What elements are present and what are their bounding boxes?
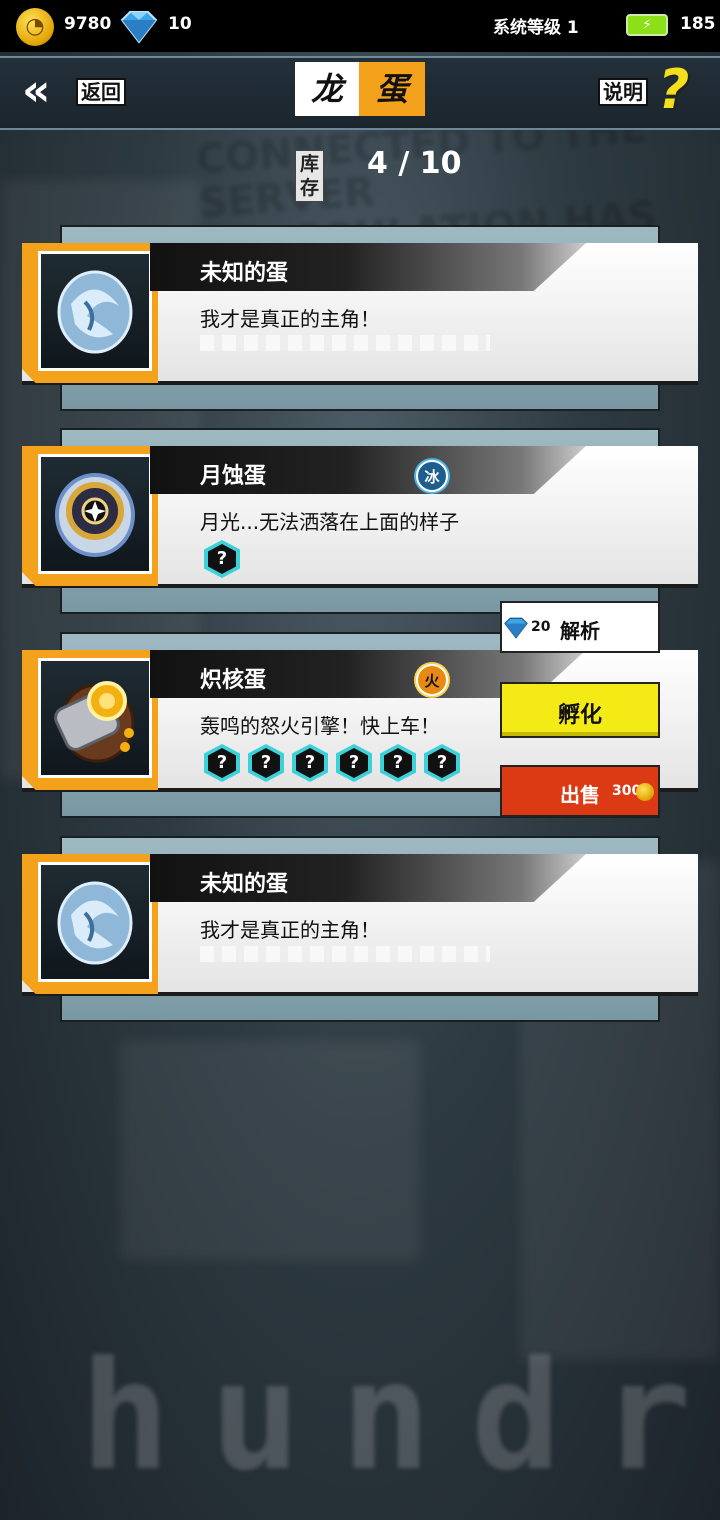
page-title-right: 蛋 [359, 62, 425, 116]
inventory-label: 库存 [295, 150, 325, 202]
unknown-skill-icon: ? [204, 540, 240, 578]
bg-shape [120, 1040, 420, 1260]
back-label: 返回 [76, 78, 126, 106]
egg-card[interactable]: 未知的蛋 我才是真正的主角！ [0, 225, 720, 415]
skill-list: ? [204, 540, 248, 580]
energy-count: 185 [680, 14, 716, 34]
ice-attribute-badge: 冰 [416, 460, 448, 492]
unknown-egg-icon [57, 270, 133, 354]
analyze-label: 解析 [560, 619, 600, 643]
egg-description: 我才是真正的主角！ [200, 918, 380, 942]
egg-portrait-frame [22, 446, 158, 586]
egg-portrait [38, 862, 152, 982]
hidden-info-placeholder [200, 335, 490, 351]
egg-portrait-frame [22, 650, 158, 790]
egg-portrait [38, 454, 152, 574]
unknown-skill-icon: ? [380, 744, 416, 782]
double-chevron-left-icon: « [22, 65, 51, 116]
sell-button[interactable]: 出售 300 [500, 765, 660, 817]
unknown-skill-icon: ? [248, 744, 284, 782]
page-title: 龙 蛋 [295, 62, 425, 116]
skill-list: ?????? [204, 744, 468, 784]
egg-portrait [38, 658, 152, 778]
analyze-cost: 20 [531, 619, 551, 635]
help-label: 说明 [598, 78, 648, 106]
header: « 返回 龙 蛋 说明 ? [0, 56, 720, 130]
status-bar: ◔ 9780 10 系统等级 1 ⚡ 185 [0, 0, 720, 52]
unknown-skill-icon: ? [292, 744, 328, 782]
eclipse-egg-icon [55, 473, 135, 557]
diamond-icon [504, 617, 528, 639]
unknown-skill-icon: ? [424, 744, 460, 782]
diamond-icon [120, 11, 158, 44]
bg-watermark: hundr [80, 1330, 720, 1504]
system-level: 系统等级 1 [493, 18, 579, 38]
gem-count: 10 [168, 14, 192, 34]
hidden-info-placeholder [200, 946, 490, 962]
inventory-value: 4 / 10 [367, 146, 462, 181]
egg-card[interactable]: 月蚀蛋 冰 月光...无法洒落在上面的样子 ? [0, 428, 720, 618]
egg-name: 未知的蛋 [200, 872, 289, 897]
page-title-left: 龙 [295, 62, 359, 116]
egg-description: 月光...无法洒落在上面的样子 [200, 510, 460, 534]
energy-battery-icon: ⚡ [626, 14, 668, 36]
core-egg-icon [54, 681, 135, 763]
unknown-skill-icon: ? [336, 744, 372, 782]
sell-label: 出售 [560, 783, 600, 807]
egg-portrait [38, 251, 152, 371]
egg-name: 炽核蛋 [200, 668, 267, 693]
egg-portrait-frame [22, 854, 158, 994]
analyze-button[interactable]: 20 解析 [500, 601, 660, 653]
hatch-button[interactable]: 孵化 [500, 682, 660, 738]
egg-description: 我才是真正的主角！ [200, 307, 380, 331]
coin-icon [636, 783, 654, 801]
help-button[interactable]: 说明 ? [598, 58, 708, 121]
fire-attribute-badge: 火 [416, 664, 448, 696]
coin-count: 9780 [64, 14, 112, 34]
egg-name: 未知的蛋 [200, 261, 289, 286]
hatch-label: 孵化 [557, 703, 602, 728]
coin-icon: ◔ [16, 8, 54, 46]
question-mark-icon: ? [658, 58, 690, 121]
back-button[interactable]: « 返回 [22, 66, 142, 118]
egg-name: 月蚀蛋 [200, 464, 267, 489]
unknown-skill-icon: ? [204, 744, 240, 782]
egg-description: 轰鸣的怒火引擎！快上车！ [200, 714, 440, 738]
egg-portrait-frame [22, 243, 158, 383]
egg-card[interactable]: 未知的蛋 我才是真正的主角！ [0, 836, 720, 1026]
unknown-egg-icon [57, 881, 133, 965]
